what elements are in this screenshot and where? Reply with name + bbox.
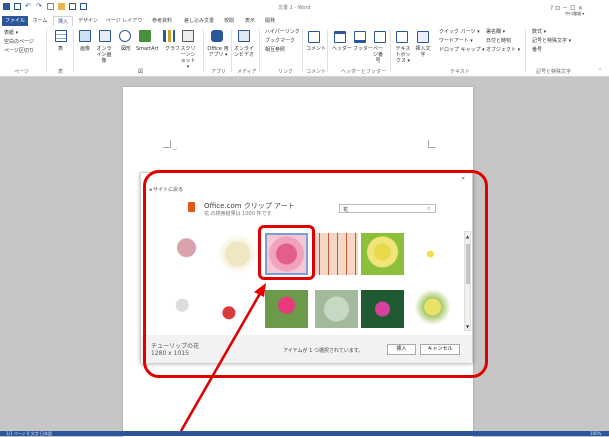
divider [259, 29, 260, 72]
cover-page-button[interactable]: 表紙 ▾ [4, 30, 18, 36]
text-box-icon [396, 31, 408, 43]
links-group-label: リンク [278, 69, 294, 75]
save-icon[interactable] [14, 3, 21, 10]
table-group-label: 表 [58, 69, 64, 75]
divider [390, 29, 391, 72]
insert-text-button[interactable]: 挿入文字 [414, 46, 432, 58]
word-logo-icon [3, 3, 10, 10]
redo-icon[interactable]: ↷ [36, 3, 43, 10]
table-button[interactable]: 表 [58, 46, 63, 52]
divider [327, 29, 328, 72]
signature-line-button[interactable]: 署名欄 ▾ [486, 29, 505, 35]
divider [73, 29, 74, 72]
screenshot-button[interactable]: スクリーンショット ▾ [180, 46, 196, 70]
divider [231, 29, 232, 72]
media-group-label: メディア [237, 69, 257, 75]
blank-page-button[interactable]: 空白のページ [4, 39, 34, 45]
comment-button[interactable]: コメント [306, 46, 326, 52]
open-icon[interactable] [58, 3, 65, 10]
status-page-info: 1/1 ページ 0 文字 日本語 [6, 431, 52, 436]
header-footer-group-label: ヘッダーとフッター [341, 69, 387, 75]
window-title: 文書 1 - Word [278, 5, 311, 11]
drop-cap-button[interactable]: ドロップ キャップ ▾ [439, 47, 485, 53]
tab-insert[interactable]: 挿入 [53, 16, 73, 26]
cross-reference-button[interactable]: 相互参照 [265, 47, 285, 53]
dialog-highlight-outline [143, 170, 488, 378]
comments-group-label: コメント [306, 69, 327, 75]
collapse-ribbon-icon[interactable]: ⌃ [598, 68, 602, 74]
divider [302, 29, 303, 72]
text-cursor: ↵ [173, 147, 178, 153]
divider [46, 29, 47, 72]
illustrations-group-label: 図 [138, 69, 144, 75]
divider [203, 29, 204, 72]
tab-developer[interactable]: 開発 [262, 16, 278, 26]
footer-icon [354, 31, 366, 43]
page-number-button[interactable]: ページ番号 [371, 46, 385, 64]
ribbon-tabs: ファイル ホーム 挿入 デザイン ページ レイアウト 参考資料 差し込み文書 校… [0, 16, 609, 34]
bookmark-button[interactable]: ブックマーク [265, 38, 295, 44]
zoom-level[interactable]: 100% [590, 431, 601, 436]
online-video-button[interactable]: オンラインビデオ [234, 46, 254, 58]
chart-icon [163, 30, 175, 42]
footer-button[interactable]: フッター [353, 46, 373, 52]
print-preview-icon[interactable] [80, 3, 87, 10]
online-video-icon [238, 30, 250, 42]
tab-view[interactable]: 表示 [242, 16, 258, 26]
equation-button[interactable]: 数式 ▾ [532, 29, 546, 35]
divider [525, 29, 526, 72]
new-document-icon[interactable] [47, 3, 54, 10]
online-picture-icon [99, 30, 111, 42]
comment-icon [308, 31, 320, 43]
hyperlink-button[interactable]: ハイパーリンク [265, 29, 300, 35]
insert-text-icon [417, 31, 429, 43]
picture-button[interactable]: 画像 [80, 46, 90, 52]
margin-corner-top-left [163, 140, 171, 148]
screenshot-icon [182, 30, 194, 42]
text-group-label: テキスト [450, 69, 470, 75]
page-break-button[interactable]: ページ区切り [4, 48, 34, 54]
tab-review[interactable]: 校閲 [221, 16, 237, 26]
tab-mailings[interactable]: 差し込み文書 [180, 16, 218, 26]
quick-parts-button[interactable]: クイック パーツ ▾ [439, 29, 480, 35]
online-picture-button[interactable]: オンライン画像 [95, 46, 113, 64]
selected-thumbnail-highlight [258, 225, 315, 280]
tab-file[interactable]: ファイル [2, 16, 28, 26]
pages-group-label: ページ [14, 69, 29, 75]
smartart-button[interactable]: SmartArt [136, 46, 159, 52]
apps-group-label: アプリ [211, 69, 227, 75]
status-bar: 1/1 ページ 0 文字 日本語 100% [0, 431, 609, 436]
date-time-button[interactable]: 日付と時刻 [486, 38, 511, 44]
tab-references[interactable]: 参考資料 [148, 16, 176, 26]
title-bar: ↶ ↷ 文書 1 - Word ? ⊡ － ロ ✕ 中川雅雄 ▾ [0, 0, 609, 16]
ribbon: 表紙 ▾ 空白のページ ページ区切り ページ 表 表 画像 オンライン画像 図形… [0, 26, 609, 77]
undo-icon[interactable]: ↶ [25, 3, 32, 10]
shapes-button[interactable]: 図形 [121, 46, 131, 52]
header-button[interactable]: ヘッダー [332, 46, 352, 52]
store-icon [211, 30, 223, 42]
symbol-button[interactable]: 記号と特殊文字 ▾ [532, 38, 571, 44]
header-icon [334, 31, 346, 43]
table-icon [55, 30, 67, 42]
quick-print-icon[interactable] [69, 3, 76, 10]
wordart-button[interactable]: ワードアート ▾ [439, 38, 473, 44]
shapes-icon [119, 30, 131, 42]
number-button[interactable]: 番号 [532, 47, 542, 53]
symbols-group-label: 記号と特殊文字 [536, 69, 572, 75]
picture-icon [79, 30, 91, 42]
tab-design[interactable]: デザイン [76, 16, 100, 26]
tab-home[interactable]: ホーム [30, 16, 50, 26]
office-apps-button[interactable]: Office 用アプリ ▾ [207, 46, 229, 58]
tab-page-layout[interactable]: ページ レイアウト [104, 16, 144, 34]
page-number-icon [374, 31, 386, 43]
margin-corner-top-right [428, 140, 436, 148]
smartart-icon [139, 30, 151, 42]
object-button[interactable]: オブジェクト ▾ [486, 47, 520, 53]
chart-button[interactable]: グラフ [165, 46, 180, 52]
text-box-button[interactable]: テキストボックス ▾ [394, 46, 412, 64]
